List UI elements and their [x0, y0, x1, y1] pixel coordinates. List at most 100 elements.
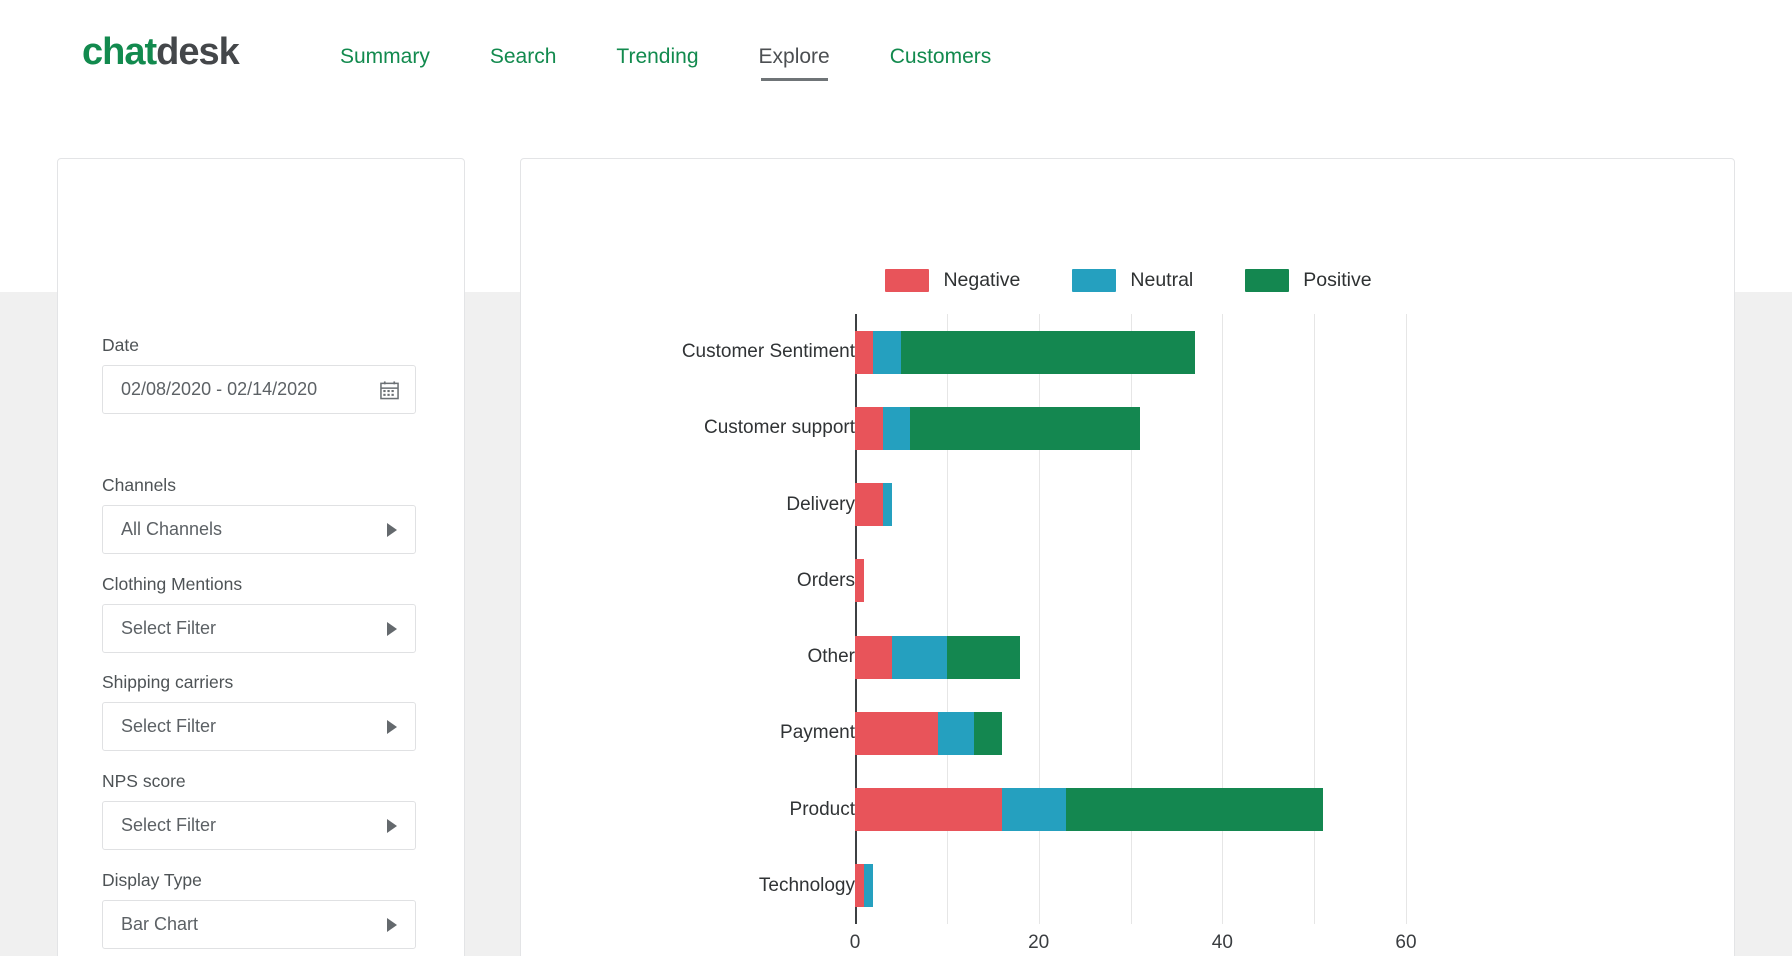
filter-label-nps-score: NPS score [102, 771, 416, 792]
nav-item-explore[interactable]: Explore [759, 45, 830, 81]
filters-sidebar: Date 02/08/2020 - 02/14/2020 Channels All C… [57, 158, 465, 956]
nav-item-search[interactable]: Search [490, 45, 557, 81]
bar-segment-neutral[interactable] [873, 331, 901, 374]
legend-label-negative: Negative [943, 269, 1020, 292]
bar-segment-neutral[interactable] [864, 864, 873, 907]
bar-segment-negative[interactable] [855, 331, 873, 374]
gridline [1131, 314, 1132, 924]
legend-label-neutral: Neutral [1130, 269, 1193, 292]
legend-swatch-neutral [1072, 269, 1116, 292]
legend-swatch-negative [885, 269, 929, 292]
app-root: chatdesk Summary Search Trending Explore Cus… [0, 0, 1792, 956]
select-nps-score[interactable]: Select Filter [102, 801, 416, 850]
filter-label-shipping-carriers: Shipping carriers [102, 672, 416, 693]
y-axis-label-orders: Orders [521, 570, 855, 592]
caret-right-icon[interactable] [387, 720, 397, 734]
nav-item-summary[interactable]: Summary [340, 45, 430, 81]
logo-text-chat: chat [82, 31, 156, 73]
filter-value-display-type: Bar Chart [103, 914, 198, 935]
caret-right-icon[interactable] [387, 622, 397, 636]
bar-segment-positive[interactable] [974, 712, 1002, 755]
y-axis-label-customer-sentiment: Customer Sentiment [521, 341, 855, 363]
filter-label-date: Date [102, 335, 416, 356]
bar-segment-positive[interactable] [1066, 788, 1323, 831]
bar-stack-delivery[interactable] [855, 483, 892, 526]
filter-value-clothing-mentions: Select Filter [103, 618, 216, 639]
bar-segment-negative[interactable] [855, 559, 864, 602]
bar-stack-payment[interactable] [855, 712, 1002, 755]
filter-field-shipping-carriers: Shipping carriers Select Filter [102, 672, 416, 751]
x-tick-20: 20 [1028, 932, 1049, 954]
bar-segment-negative[interactable] [855, 407, 883, 450]
filter-value-date: 02/08/2020 - 02/14/2020 [103, 379, 317, 400]
calendar-icon[interactable] [380, 380, 399, 399]
filter-field-date: Date 02/08/2020 - 02/14/2020 [102, 335, 416, 414]
y-axis-labels: Customer Sentiment Customer support Delive… [521, 314, 855, 924]
x-tick-40: 40 [1212, 932, 1233, 954]
filter-label-channels: Channels [102, 475, 416, 496]
legend-item-neutral[interactable]: Neutral [1072, 269, 1193, 292]
bar-segment-neutral[interactable] [938, 712, 975, 755]
filter-field-nps-score: NPS score Select Filter [102, 771, 416, 850]
legend-item-positive[interactable]: Positive [1245, 269, 1371, 292]
filter-label-clothing-mentions: Clothing Mentions [102, 574, 416, 595]
select-clothing-mentions[interactable]: Select Filter [102, 604, 416, 653]
y-axis-label-other: Other [521, 646, 855, 668]
bar-segment-negative[interactable] [855, 864, 864, 907]
filter-field-channels: Channels All Channels [102, 475, 416, 554]
bar-segment-negative[interactable] [855, 712, 938, 755]
select-shipping-carriers[interactable]: Select Filter [102, 702, 416, 751]
y-axis-label-product: Product [521, 799, 855, 821]
bar-stack-customer-support[interactable] [855, 407, 1140, 450]
caret-right-icon[interactable] [387, 918, 397, 932]
y-axis-label-customer-support: Customer support [521, 417, 855, 439]
gridline [1039, 314, 1040, 924]
y-axis-line [855, 314, 857, 924]
bar-segment-neutral[interactable] [883, 483, 892, 526]
filter-value-channels: All Channels [103, 519, 222, 540]
bar-segment-neutral[interactable] [1002, 788, 1066, 831]
logo-text-desk: desk [156, 31, 239, 73]
bar-stack-other[interactable] [855, 636, 1020, 679]
y-axis-label-delivery: Delivery [521, 494, 855, 516]
caret-right-icon[interactable] [387, 819, 397, 833]
bar-segment-negative[interactable] [855, 636, 892, 679]
legend-swatch-positive [1245, 269, 1289, 292]
date-range-input-date[interactable]: 02/08/2020 - 02/14/2020 [102, 365, 416, 414]
bar-segment-neutral[interactable] [883, 407, 911, 450]
chatdesk-logo[interactable]: chatdesk [82, 31, 239, 74]
bar-stack-orders[interactable] [855, 559, 864, 602]
legend-label-positive: Positive [1303, 269, 1371, 292]
bar-stack-customer-sentiment[interactable] [855, 331, 1195, 374]
filter-value-shipping-carriers: Select Filter [103, 716, 216, 737]
gridline [1406, 314, 1407, 924]
chart-legend: Negative Neutral Positive [521, 269, 1735, 292]
bar-segment-negative[interactable] [855, 483, 883, 526]
gridline [1222, 314, 1223, 924]
bar-stack-technology[interactable] [855, 864, 873, 907]
legend-item-negative[interactable]: Negative [885, 269, 1020, 292]
chart-grid-and-bars [855, 314, 1735, 924]
bar-segment-positive[interactable] [910, 407, 1140, 450]
bar-stack-product[interactable] [855, 788, 1323, 831]
x-tick-0: 0 [850, 932, 861, 954]
x-axis-tick-labels: 0204060 [855, 932, 1735, 956]
nav-item-trending[interactable]: Trending [616, 45, 698, 81]
y-axis-label-technology: Technology [521, 875, 855, 897]
select-channels[interactable]: All Channels [102, 505, 416, 554]
filter-value-nps-score: Select Filter [103, 815, 216, 836]
select-display-type[interactable]: Bar Chart [102, 900, 416, 949]
gridline [947, 314, 948, 924]
gridline [1314, 314, 1315, 924]
bar-segment-neutral[interactable] [892, 636, 947, 679]
filter-field-display-type: Display Type Bar Chart [102, 870, 416, 949]
nav-item-customers[interactable]: Customers [890, 45, 992, 81]
y-axis-label-payment: Payment [521, 722, 855, 744]
filter-label-display-type: Display Type [102, 870, 416, 891]
filter-field-clothing-mentions: Clothing Mentions Select Filter [102, 574, 416, 653]
bar-segment-negative[interactable] [855, 788, 1002, 831]
bar-segment-positive[interactable] [947, 636, 1020, 679]
chart-panel: Negative Neutral Positive Customer Sentime… [520, 158, 1735, 956]
caret-right-icon[interactable] [387, 523, 397, 537]
bar-segment-positive[interactable] [901, 331, 1195, 374]
